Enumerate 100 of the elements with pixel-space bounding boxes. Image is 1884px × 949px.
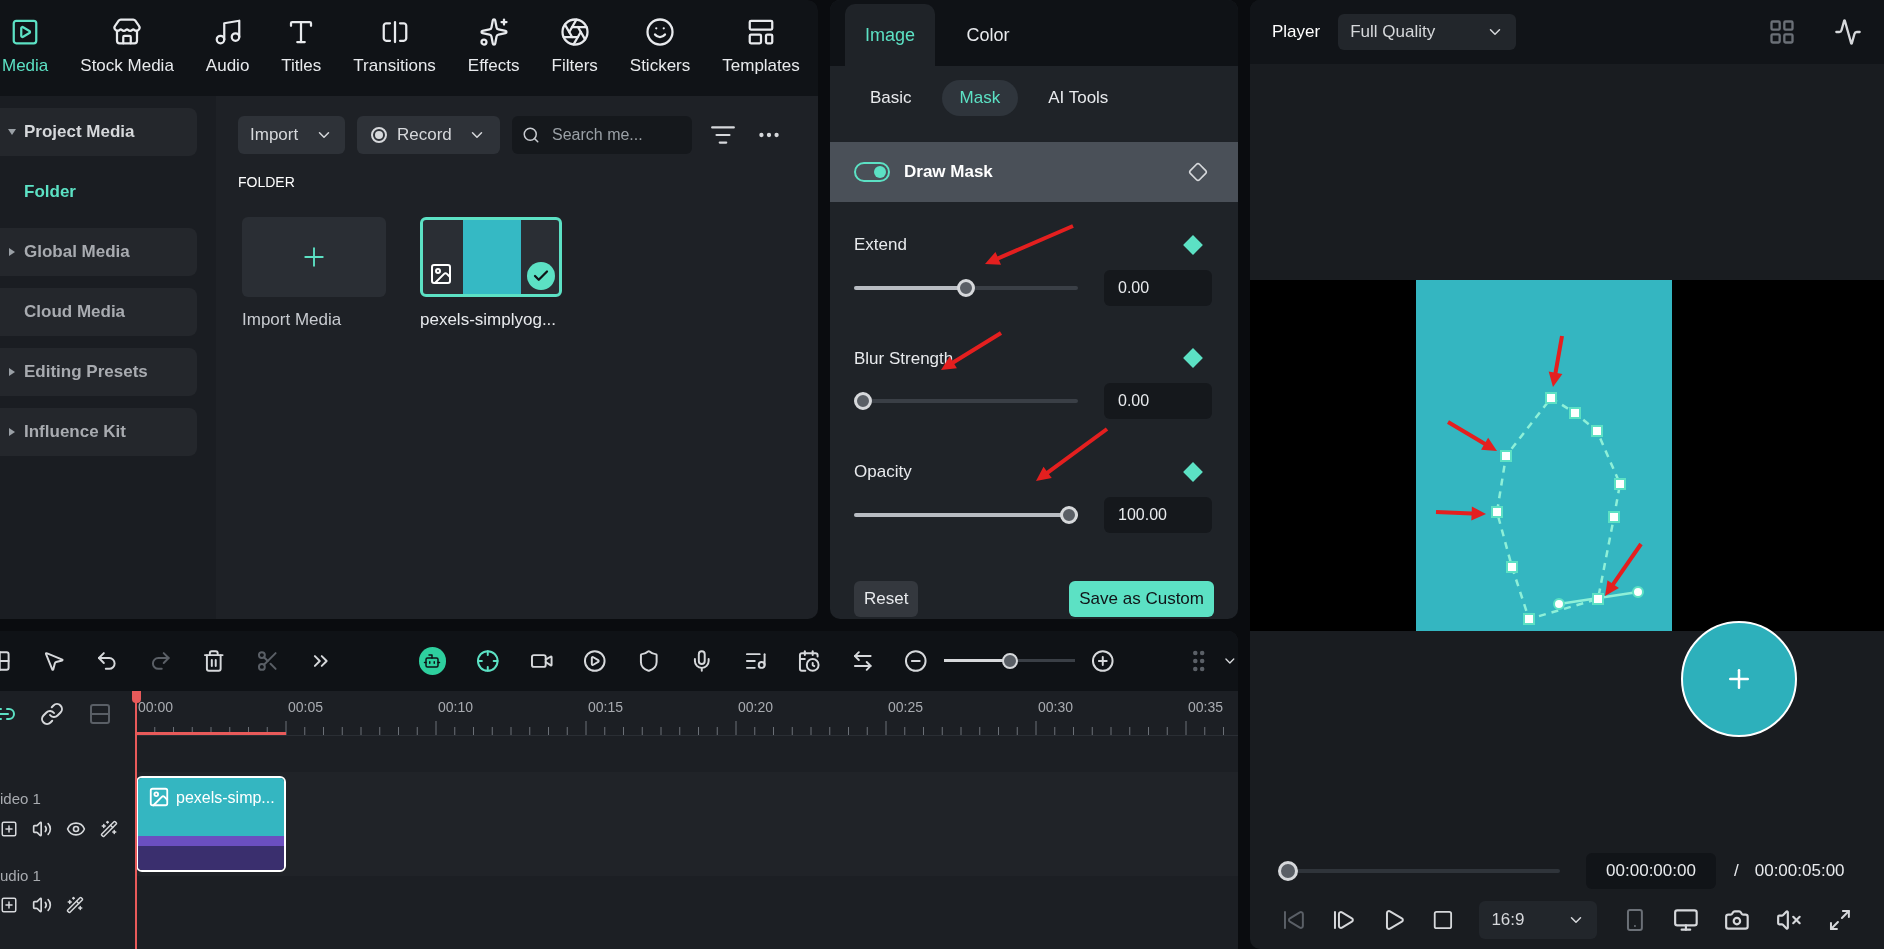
- media-label: pexels-simplyog...: [420, 309, 558, 331]
- folder-heading: FOLDER: [238, 173, 296, 192]
- annotation-arrow: [1435, 506, 1486, 521]
- aperture-icon: [559, 16, 590, 47]
- stop-icon[interactable]: [1431, 909, 1454, 931]
- track-label: ideo 1: [0, 789, 42, 809]
- robot-assistant-icon[interactable]: [418, 647, 447, 675]
- play-circle-icon[interactable]: [583, 649, 607, 673]
- zoom-out-icon[interactable]: [904, 649, 928, 673]
- speaker-icon[interactable]: [32, 895, 52, 915]
- trash-icon[interactable]: [202, 649, 226, 673]
- sub-tab[interactable]: AI Tools: [1030, 80, 1127, 116]
- speaker-icon[interactable]: [32, 818, 52, 839]
- playhead-handle-icon[interactable]: [132, 691, 141, 703]
- sidebar-item[interactable]: Global Media: [0, 228, 197, 276]
- save-as-custom-button[interactable]: Save as Custom: [1069, 580, 1214, 617]
- sidebar-item[interactable]: Cloud Media: [0, 288, 197, 336]
- check-icon: [527, 262, 555, 290]
- undo-icon[interactable]: [95, 649, 119, 673]
- magic-wand-icon[interactable]: [66, 896, 84, 914]
- value-field[interactable]: 0.00: [1104, 269, 1212, 306]
- player-label: Player: [1272, 21, 1321, 44]
- track-label: udio 1: [0, 865, 42, 886]
- import-button[interactable]: Import: [238, 116, 345, 154]
- slider-track[interactable]: [854, 278, 1078, 297]
- magic-wand-icon[interactable]: [100, 819, 118, 838]
- camera-icon[interactable]: [1724, 907, 1751, 933]
- slider-label: Blur Strength: [854, 347, 954, 370]
- zoom-slider-thumb[interactable]: [1001, 653, 1018, 669]
- rows-icon[interactable]: [88, 701, 112, 726]
- fullscreen-icon[interactable]: [1828, 908, 1852, 932]
- expand-caret-icon[interactable]: [8, 129, 16, 135]
- slider-thumb[interactable]: [1060, 505, 1078, 524]
- sidebar-item[interactable]: Project Media: [0, 108, 197, 156]
- media-thumbnail[interactable]: [420, 217, 562, 297]
- next-frame-icon[interactable]: [1331, 908, 1356, 932]
- keyframe-icon[interactable]: [1188, 162, 1208, 182]
- crosshair-icon[interactable]: [476, 649, 500, 673]
- sub-tab[interactable]: Basic: [852, 80, 930, 116]
- search-icon: [522, 126, 540, 144]
- nav-tab[interactable]: Stock Media: [72, 16, 182, 78]
- previous-frame-icon[interactable]: [1282, 908, 1306, 932]
- expand-caret-icon[interactable]: [9, 248, 15, 256]
- ruler-label: 00:35: [1188, 698, 1224, 717]
- quality-dropdown[interactable]: Full Quality: [1338, 14, 1517, 50]
- image-icon: [148, 786, 170, 808]
- mute-icon[interactable]: [1776, 907, 1803, 933]
- reset-button[interactable]: Reset: [854, 580, 919, 617]
- nav-tab[interactable]: Audio: [197, 16, 258, 78]
- add-track-icon[interactable]: [0, 819, 18, 838]
- expand-caret-icon[interactable]: [9, 368, 15, 376]
- current-time-field[interactable]: 00:00:00:00: [1586, 853, 1716, 889]
- nav-tab[interactable]: Media: [0, 16, 57, 78]
- ruler-label: 00:25: [888, 698, 924, 717]
- annotation-arrow: [1447, 420, 1497, 451]
- value-field[interactable]: 0.00: [1104, 383, 1212, 419]
- slider-label: Extend: [854, 234, 907, 256]
- annotation-arrow: [1548, 335, 1564, 387]
- scrubber-thumb[interactable]: [1278, 861, 1298, 881]
- sidebar-item[interactable]: Editing Presets: [0, 348, 197, 396]
- nav-tab[interactable]: Stickers: [621, 16, 699, 78]
- aspect-ratio-dropdown[interactable]: 16:9: [1479, 901, 1597, 939]
- search-input[interactable]: Search me...: [552, 123, 672, 147]
- annotation-arrow: [1605, 542, 1643, 596]
- slider-thumb[interactable]: [854, 392, 872, 410]
- zoom-in-icon[interactable]: [1091, 649, 1115, 673]
- value-field[interactable]: 100.00: [1104, 496, 1212, 533]
- nav-tab[interactable]: Effects: [459, 16, 528, 78]
- toggle-switch[interactable]: [854, 162, 890, 182]
- ruler-label: 00:15: [588, 698, 624, 717]
- chain-link-icon[interactable]: [40, 701, 64, 726]
- media-label: Import Media: [242, 309, 343, 331]
- search-field[interactable]: Search me...: [512, 116, 692, 154]
- slider-track[interactable]: [854, 505, 1078, 524]
- zoom-slider-track[interactable]: [943, 653, 1076, 669]
- sparkle-icon: [478, 16, 509, 47]
- nav-tab[interactable]: Titles: [273, 16, 330, 78]
- panel-tab[interactable]: Color: [943, 4, 1033, 66]
- expand-caret-icon[interactable]: [9, 428, 15, 436]
- monitor-icon[interactable]: [1672, 907, 1699, 933]
- import-media-tile[interactable]: [242, 217, 386, 297]
- panel-tab[interactable]: Image: [845, 4, 935, 66]
- slider-track[interactable]: [854, 392, 1078, 410]
- slider-thumb[interactable]: [957, 278, 975, 297]
- nav-tab[interactable]: Filters: [543, 16, 606, 78]
- sub-tab[interactable]: Mask: [941, 80, 1019, 116]
- clip-label: pexels-simp...: [176, 788, 275, 808]
- record-button[interactable]: Record: [357, 116, 500, 154]
- calendar-clock-icon[interactable]: [797, 649, 821, 673]
- scrubber-track[interactable]: [1278, 861, 1560, 881]
- smiley-sticker-icon: [645, 16, 676, 47]
- sidebar-item[interactable]: Influence Kit: [0, 408, 197, 456]
- waveform-monitor-icon[interactable]: [1834, 18, 1862, 46]
- ruler-label: 00:00: [138, 698, 174, 717]
- nav-tab[interactable]: Transitions: [345, 16, 444, 78]
- ruler-label: 00:05: [288, 698, 324, 717]
- sidebar-item[interactable]: Folder: [0, 168, 197, 216]
- nav-tab[interactable]: Templates: [714, 16, 808, 78]
- add-track-icon[interactable]: [0, 896, 18, 914]
- grid-layout-icon[interactable]: [1768, 18, 1796, 46]
